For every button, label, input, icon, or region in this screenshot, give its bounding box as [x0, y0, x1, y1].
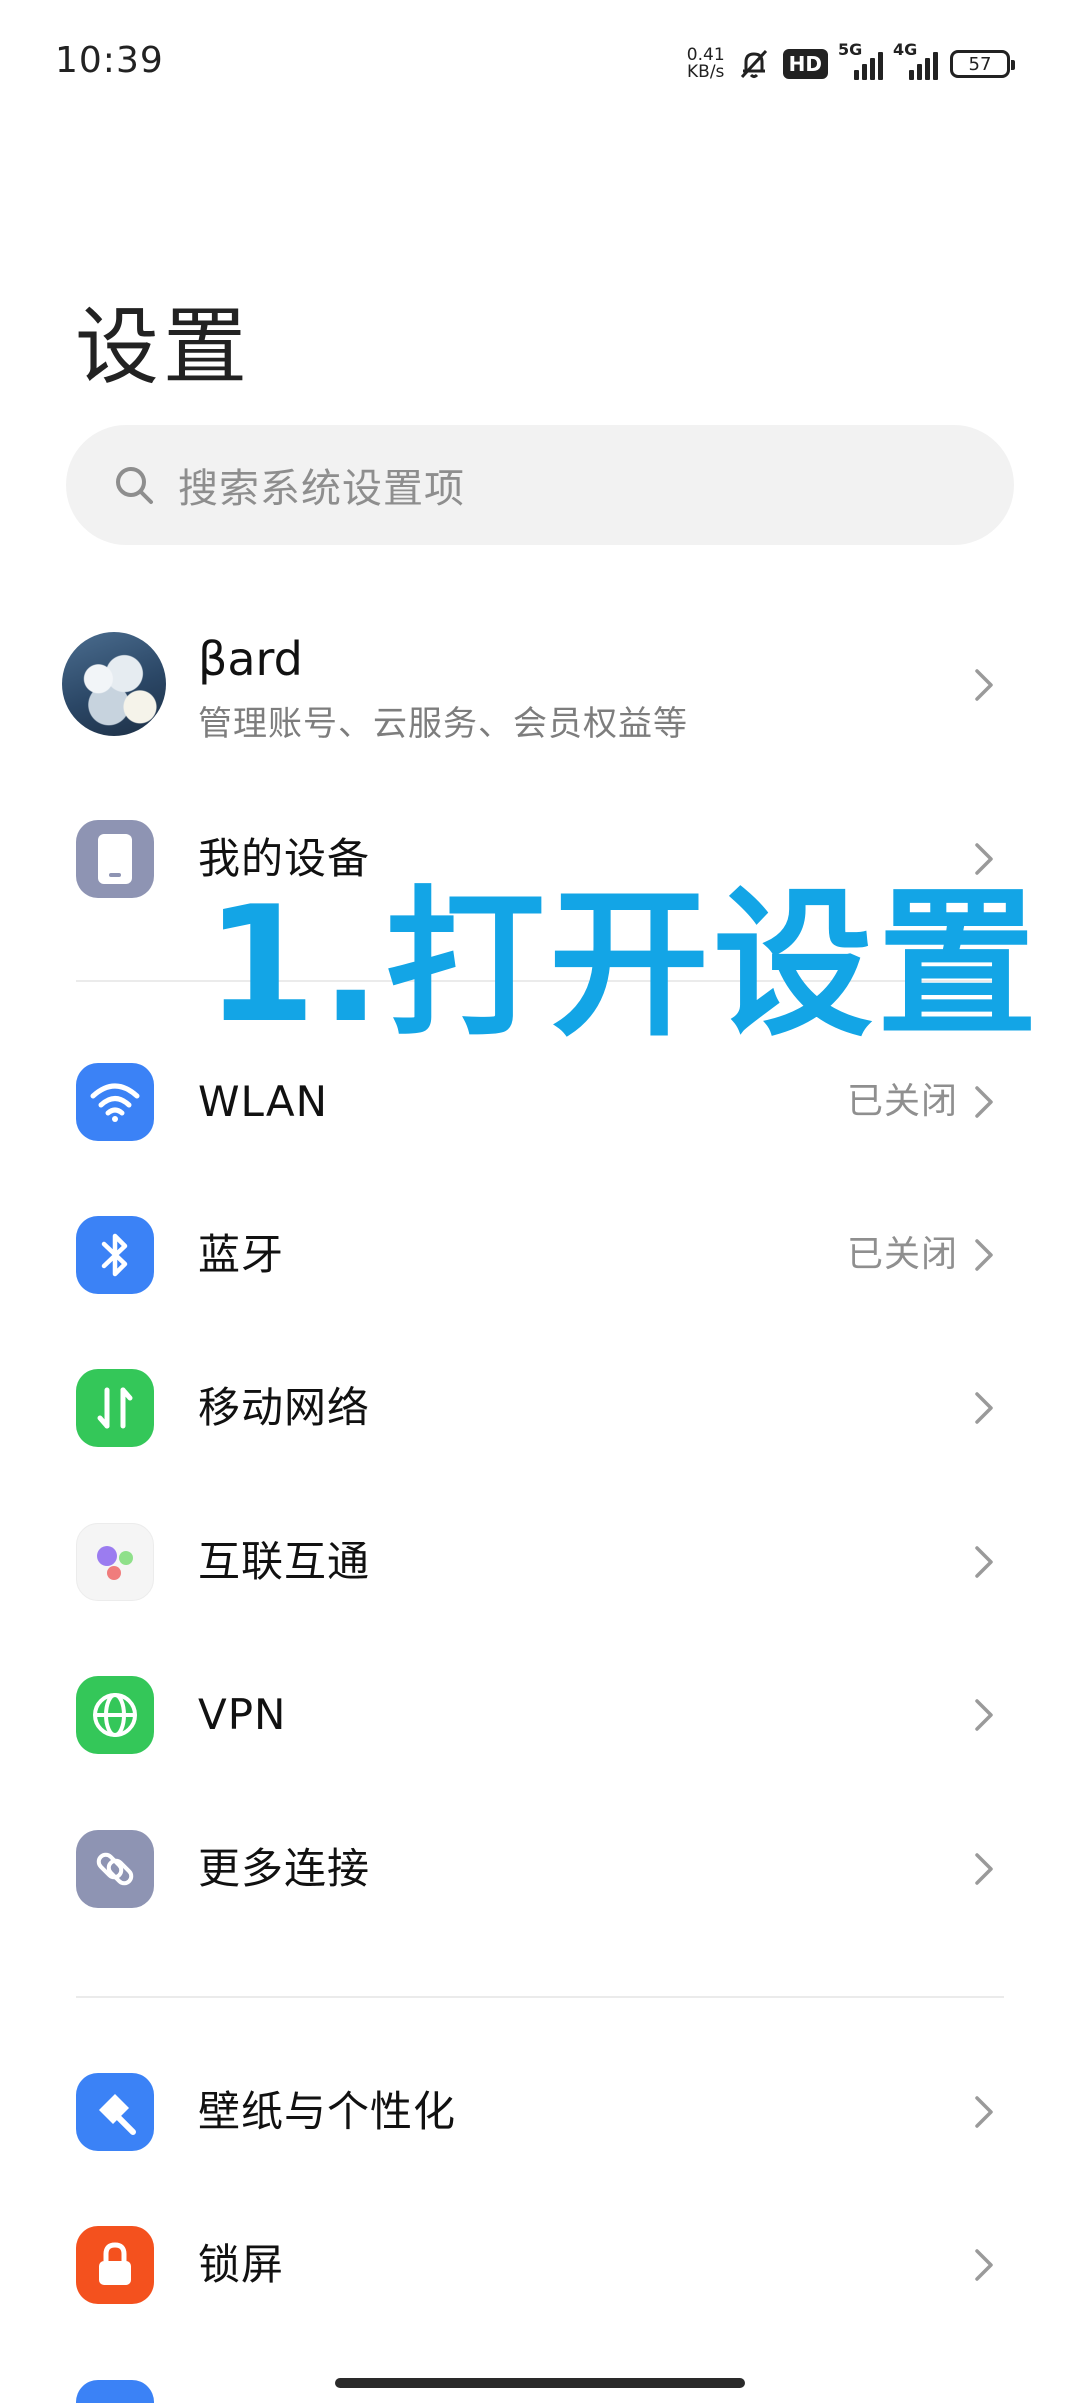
mobile-network-row[interactable]: 移动网络 — [0, 1331, 1080, 1485]
page-title: 设置 — [75, 298, 252, 396]
search-input[interactable]: 搜索系统设置项 — [66, 425, 1014, 545]
network-speed: 0.41 KB/s — [687, 47, 725, 81]
bluetooth-row-label: 蓝牙 — [198, 1230, 285, 1279]
globe-icon — [93, 1693, 137, 1737]
device-icon-tile — [76, 820, 154, 898]
chevron-right-icon — [975, 1392, 993, 1424]
interconnect-row-label: 互联互通 — [198, 1537, 371, 1586]
wlan-icon-tile — [76, 1063, 154, 1141]
status-bar: 10:39 0.41 KB/s HD 5G 4G 57 — [0, 0, 1080, 130]
chevron-right-icon — [975, 1853, 993, 1885]
account-name: βard — [198, 632, 303, 686]
account-row[interactable]: βard 管理账号、云服务、会员权益等 — [0, 610, 1080, 760]
mobile-network-row-label: 移动网络 — [198, 1383, 371, 1432]
signal-sim2: 4G — [893, 40, 938, 80]
interconnect-icon-tile — [76, 1523, 154, 1601]
tutorial-annotation: 1.打开设置 — [205, 871, 1042, 1058]
wallpaper-icon-tile — [76, 2073, 154, 2151]
signal-sim1: 5G — [838, 40, 883, 80]
next-row-icon-tile — [76, 2380, 154, 2403]
mobile-data-icon — [97, 1387, 133, 1429]
mute-bell-icon — [740, 49, 767, 79]
wallpaper-row-label: 壁纸与个性化 — [198, 2087, 457, 2136]
home-indicator[interactable] — [335, 2378, 745, 2388]
lock-screen-row[interactable]: 锁屏 — [0, 2188, 1080, 2342]
chevron-right-icon — [975, 2096, 993, 2128]
search-placeholder: 搜索系统设置项 — [178, 466, 465, 512]
brush-icon — [99, 2094, 136, 2135]
chevron-right-icon — [975, 1546, 993, 1578]
chevron-right-icon — [975, 1239, 993, 1271]
sim1-network-type: 5G — [838, 40, 863, 59]
more-connections-icon-tile — [76, 1830, 154, 1908]
hd-voice-badge: HD — [782, 49, 828, 79]
settings-screen: 10:39 0.41 KB/s HD 5G 4G 57 设置 搜索系统设置项 β… — [0, 0, 1080, 2403]
status-icons: 0.41 KB/s HD 5G 4G 57 — [687, 40, 1015, 88]
bluetooth-row-status: 已关闭 — [846, 1234, 958, 1275]
interconnect-row[interactable]: 互联互通 — [0, 1485, 1080, 1639]
avatar — [62, 632, 166, 736]
status-time: 10:39 — [55, 40, 164, 81]
divider — [76, 1996, 1004, 1998]
chevron-right-icon — [975, 1699, 993, 1731]
vpn-row-label: VPN — [198, 1690, 287, 1739]
battery-icon: 57 — [950, 50, 1015, 78]
vpn-row[interactable]: VPN — [0, 1638, 1080, 1792]
lock-screen-icon-tile — [76, 2226, 154, 2304]
chevron-right-icon — [975, 2249, 993, 2281]
bluetooth-icon-tile — [76, 1216, 154, 1294]
network-speed-unit: KB/s — [687, 62, 725, 82]
interconnect-icon — [97, 1546, 133, 1580]
sim2-network-type: 4G — [893, 40, 918, 59]
bluetooth-icon — [101, 1233, 128, 1277]
more-connections-row[interactable]: 更多连接 — [0, 1792, 1080, 1946]
chevron-right-icon — [975, 669, 993, 701]
search-icon — [116, 467, 153, 504]
vpn-icon-tile — [76, 1676, 154, 1754]
wifi-icon — [90, 1083, 140, 1122]
lock-icon — [99, 2242, 131, 2285]
phone-icon — [98, 834, 132, 884]
bluetooth-row[interactable]: 蓝牙 已关闭 — [0, 1178, 1080, 1332]
mobile-network-icon-tile — [76, 1369, 154, 1447]
account-subtitle: 管理账号、云服务、会员权益等 — [198, 704, 688, 744]
battery-level: 57 — [968, 53, 992, 75]
wallpaper-row[interactable]: 壁纸与个性化 — [0, 2035, 1080, 2189]
lock-screen-row-label: 锁屏 — [198, 2240, 285, 2289]
link-icon — [96, 1852, 134, 1886]
more-connections-row-label: 更多连接 — [198, 1844, 371, 1893]
chevron-right-icon — [975, 1086, 993, 1118]
